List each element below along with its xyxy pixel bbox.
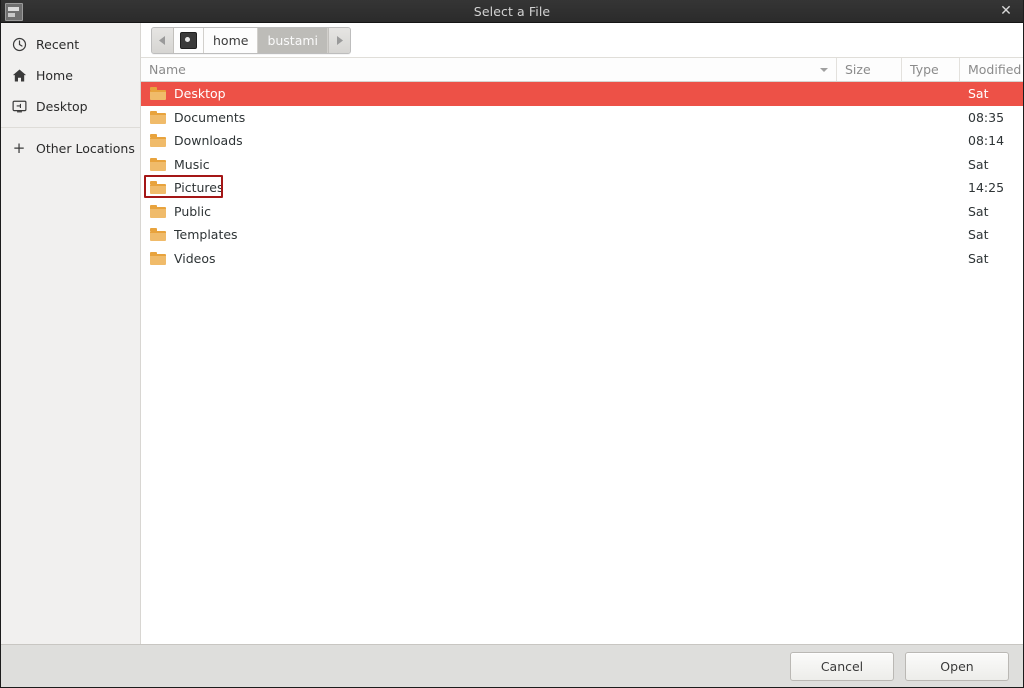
path-forward-icon[interactable] [328,27,351,53]
file-name-label: Templates [174,227,238,243]
folder-icon [150,228,166,242]
computer-icon[interactable] [174,27,204,53]
titlebar: Select a File ✕ [1,0,1023,23]
sidebar-item-label: Home [36,68,73,83]
sidebar-item-label: Desktop [36,99,88,114]
file-modified-cell: Sat [968,156,989,172]
file-modified-cell: Sat [968,203,989,219]
folder-icon [150,110,166,124]
chevron-down-icon [820,67,828,72]
file-modified-cell: 08:14 [968,133,1005,149]
file-name-label: Videos [174,250,216,266]
sidebar-item-label: Other Locations [36,141,135,156]
desktop-icon [11,99,27,115]
folder-icon [150,181,166,195]
table-row[interactable]: Templates Sat [141,223,1023,247]
sidebar-divider [1,127,140,128]
sidebar-item-label: Recent [36,37,80,52]
file-modified-cell: 08:35 [968,109,1005,125]
dialog-body: Recent Home Desktop + Other Locations ho… [1,23,1023,644]
table-row[interactable]: Downloads 08:14 [141,129,1023,153]
sidebar-item-desktop[interactable]: Desktop [1,91,140,122]
clock-icon [11,37,27,53]
column-header-modified[interactable]: Modified [960,58,1023,81]
file-name-cell: Videos [141,251,837,266]
file-modified-cell: Sat [968,86,989,102]
open-button[interactable]: Open [905,651,1009,681]
file-modified-cell: Sat [968,227,989,243]
home-icon [11,68,27,84]
table-row[interactable]: Pictures 14:25 [141,176,1023,200]
file-name-cell: Downloads [141,133,837,148]
table-row[interactable]: Desktop Sat [141,82,1023,106]
table-row[interactable]: Videos Sat [141,247,1023,271]
path-back-icon[interactable] [152,27,174,53]
file-modified-cell: Sat [968,250,989,266]
file-modified-cell: 14:25 [968,180,1005,196]
column-header-name-label: Name [149,62,186,77]
file-chooser-dialog: Select a File ✕ Recent Home Desktop + Ot… [0,0,1024,688]
sidebar-item-other-locations[interactable]: + Other Locations [1,133,140,164]
file-name-cell: Public [141,204,837,219]
table-row[interactable]: Public Sat [141,200,1023,224]
file-name-label: Music [174,156,210,172]
file-name-cell: Desktop [141,86,837,101]
breadcrumb: home bustami [151,26,352,54]
application-icon [5,3,23,21]
file-name-label: Public [174,203,211,219]
action-bar: Cancel Open [1,644,1023,687]
folder-icon [150,87,166,101]
folder-icon [150,134,166,148]
file-name-cell: Pictures [141,180,837,195]
folder-icon [150,251,166,265]
sidebar: Recent Home Desktop + Other Locations [1,23,141,644]
sidebar-item-home[interactable]: Home [1,60,140,91]
column-headers: Name Size Type Modified [141,57,1023,82]
file-list[interactable]: Desktop Sat Documents 08:35 Downloads 08:14 Mu… [141,82,1023,644]
close-icon[interactable]: ✕ [995,0,1017,22]
plus-icon: + [12,139,26,157]
table-row[interactable]: Documents 08:35 [141,106,1023,130]
window-title: Select a File [473,3,551,19]
pathbar-area: home bustami [141,23,1023,57]
file-name-cell: Documents [141,110,837,125]
column-header-type[interactable]: Type [902,58,960,81]
sidebar-item-recent[interactable]: Recent [1,29,140,60]
file-name-cell: Music [141,157,837,172]
cancel-button[interactable]: Cancel [790,651,894,681]
file-name-label: Downloads [174,133,243,149]
file-name-label: Desktop [174,86,226,102]
breadcrumb-bustami[interactable]: bustami [258,27,329,53]
file-name-label: Pictures [174,180,224,196]
table-row[interactable]: Music Sat [141,153,1023,177]
column-header-size[interactable]: Size [837,58,902,81]
folder-icon [150,157,166,171]
file-name-label: Documents [174,109,246,125]
folder-icon [150,204,166,218]
file-name-cell: Templates [141,227,837,242]
breadcrumb-home[interactable]: home [204,27,259,53]
column-header-name[interactable]: Name [141,58,837,81]
browser-pane: home bustami Name Size Type Modified Des [141,23,1023,644]
